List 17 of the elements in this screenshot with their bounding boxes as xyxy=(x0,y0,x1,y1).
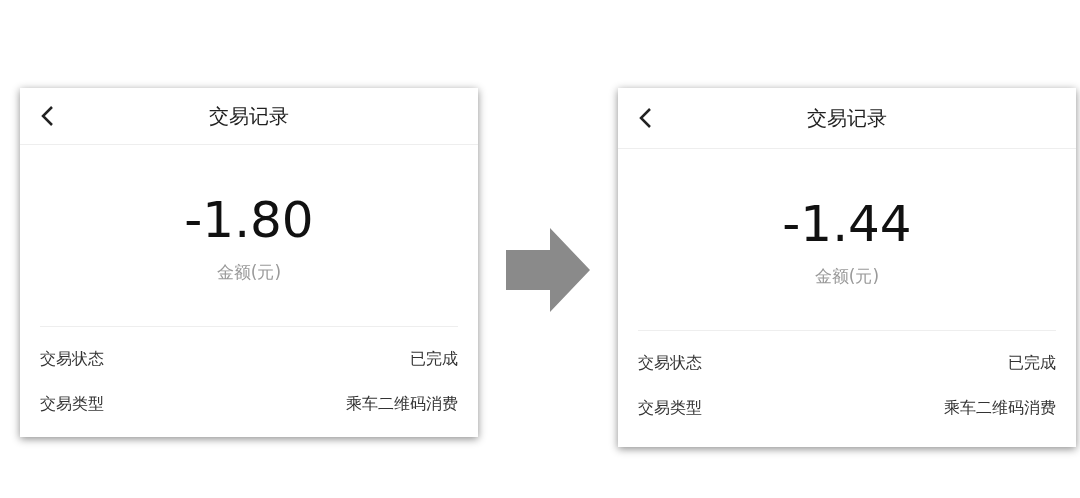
row-value: 已完成 xyxy=(1008,353,1056,374)
amount-label: 金额(元) xyxy=(215,261,283,284)
screen-title: 交易记录 xyxy=(807,104,887,132)
back-icon[interactable] xyxy=(638,107,652,129)
amount: -1.44 xyxy=(781,199,913,249)
row-label: 交易类型 xyxy=(638,398,702,419)
row-label: 交易状态 xyxy=(638,353,702,374)
amount-label: 金额(元) xyxy=(813,265,881,288)
back-icon[interactable] xyxy=(40,105,54,127)
row-label: 交易类型 xyxy=(40,394,104,415)
row-label: 交易状态 xyxy=(40,349,104,370)
screen-title: 交易记录 xyxy=(209,102,289,130)
amount: -1.80 xyxy=(183,195,315,245)
row-value: 乘车二维码消费 xyxy=(346,394,458,415)
row-value: 已完成 xyxy=(410,349,458,370)
arrow-icon xyxy=(506,228,590,312)
row-value: 乘车二维码消费 xyxy=(944,398,1056,419)
